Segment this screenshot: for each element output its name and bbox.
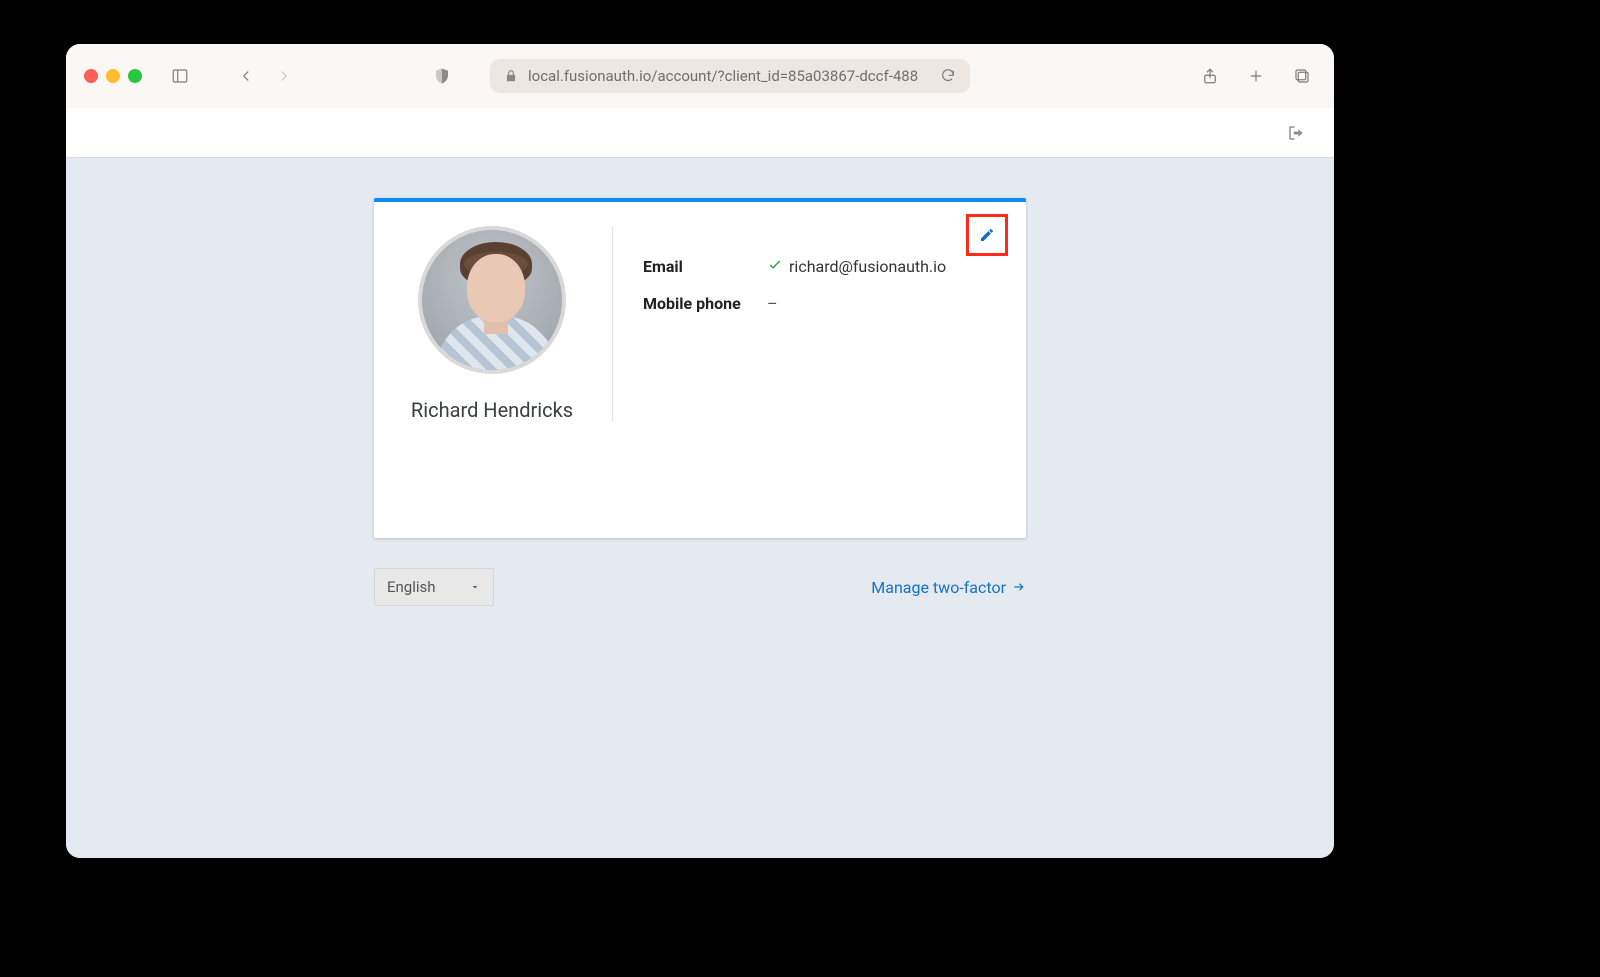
privacy-shield-icon[interactable]: [428, 62, 456, 90]
nav-forward-button[interactable]: [270, 62, 298, 90]
close-window-button[interactable]: [84, 69, 98, 83]
chevron-down-icon: [469, 581, 481, 593]
mobile-phone-row: Mobile phone –: [643, 294, 998, 313]
maximize-window-button[interactable]: [128, 69, 142, 83]
browser-toolbar: local.fusionauth.io/account/?client_id=8…: [66, 44, 1334, 108]
tabs-overview-button[interactable]: [1288, 62, 1316, 90]
avatar: [418, 226, 566, 374]
details-column: Email richard@fusionauth.io Mobile phone…: [643, 226, 998, 422]
user-full-name: Richard Hendricks: [411, 398, 573, 422]
manage-two-factor-link[interactable]: Manage two-factor: [871, 578, 1026, 597]
sidebar-toggle-button[interactable]: [166, 62, 194, 90]
language-select[interactable]: English: [374, 568, 494, 606]
profile-column: Richard Hendricks: [402, 226, 582, 422]
nav-back-button[interactable]: [232, 62, 260, 90]
email-row: Email richard@fusionauth.io: [643, 256, 998, 276]
app-header: [66, 108, 1334, 158]
card-footer-row: English Manage two-factor: [374, 568, 1026, 606]
reload-icon[interactable]: [940, 68, 956, 84]
share-button[interactable]: [1196, 62, 1224, 90]
edit-profile-button[interactable]: [966, 214, 1008, 256]
mobile-phone-value: –: [767, 294, 778, 313]
lock-icon: [504, 69, 518, 83]
pencil-icon: [979, 227, 995, 243]
address-bar[interactable]: local.fusionauth.io/account/?client_id=8…: [490, 59, 970, 93]
column-divider: [612, 226, 613, 422]
language-select-value: English: [387, 578, 436, 596]
email-label: Email: [643, 257, 749, 276]
verified-check-icon: [767, 256, 783, 276]
logout-button[interactable]: [1282, 119, 1310, 147]
manage-two-factor-label: Manage two-factor: [871, 578, 1006, 597]
arrow-right-icon: [1012, 580, 1026, 594]
account-card: Richard Hendricks Email richard@fusio: [374, 198, 1026, 538]
minimize-window-button[interactable]: [106, 69, 120, 83]
browser-window: local.fusionauth.io/account/?client_id=8…: [66, 44, 1334, 858]
new-tab-button[interactable]: [1242, 62, 1270, 90]
address-bar-text: local.fusionauth.io/account/?client_id=8…: [528, 67, 930, 85]
window-controls: [84, 69, 142, 83]
mobile-phone-label: Mobile phone: [643, 294, 749, 313]
page-content: Richard Hendricks Email richard@fusio: [66, 108, 1334, 858]
email-value: richard@fusionauth.io: [789, 257, 946, 276]
